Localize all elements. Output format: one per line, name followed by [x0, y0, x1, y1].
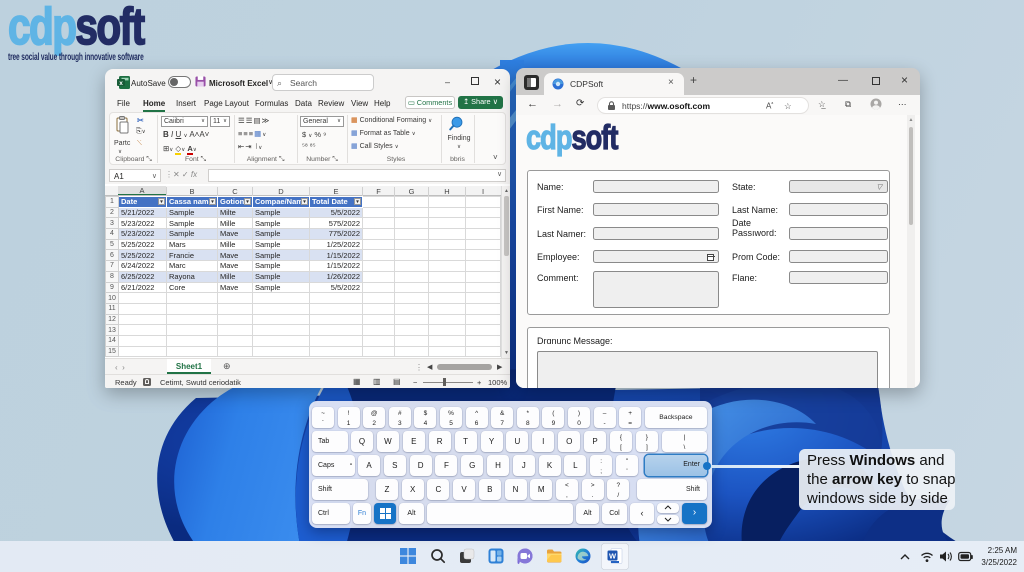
svg-text:W: W — [609, 551, 617, 560]
svg-text:x: x — [119, 80, 123, 87]
